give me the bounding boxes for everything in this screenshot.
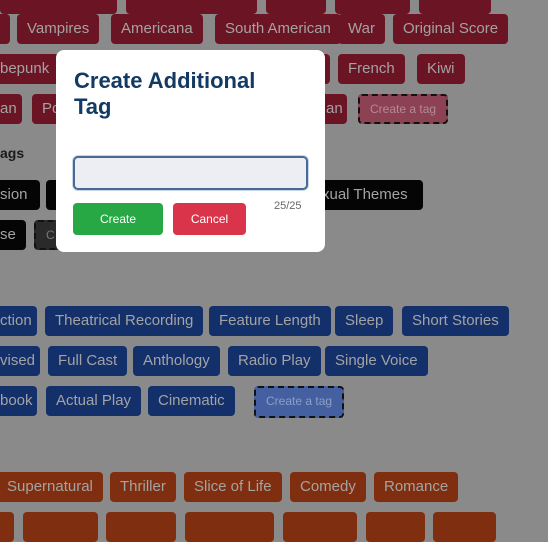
create-button[interactable]: Create xyxy=(73,203,163,235)
character-counter: 25/25 xyxy=(274,200,302,212)
create-tag-dialog: Create Additional Tag 25/25 Create Cance… xyxy=(56,50,325,252)
cancel-button[interactable]: Cancel xyxy=(173,203,246,235)
tag-name-input[interactable] xyxy=(73,156,308,190)
dialog-title: Create Additional Tag xyxy=(74,68,256,119)
